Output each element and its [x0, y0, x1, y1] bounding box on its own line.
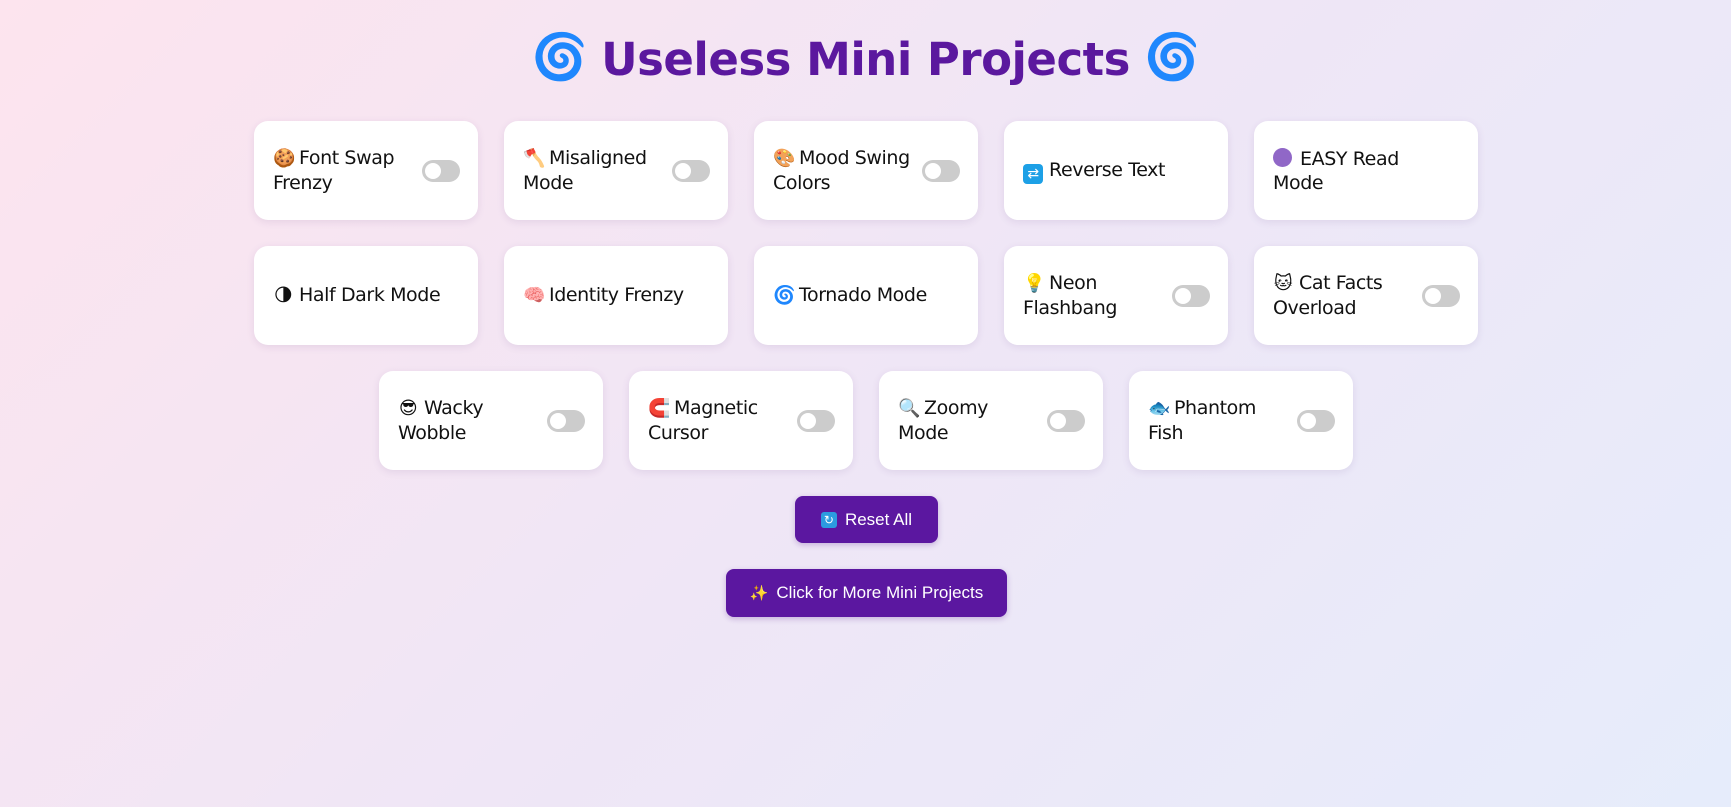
card-label-line1: Magnetic — [674, 397, 758, 419]
card-label-line1: Tornado Mode — [799, 284, 927, 306]
fish-icon: 🐟 — [1148, 398, 1171, 419]
card-label: 🐱 Cat Facts Overload — [1273, 271, 1416, 320]
card-label-line1: Reverse Text — [1049, 158, 1166, 181]
card-tornado-mode[interactable]: 🌀 Tornado Mode — [754, 246, 978, 345]
card-label-line1: EASY Read — [1300, 147, 1399, 170]
card-label-line1: Wacky — [424, 397, 484, 419]
lightbulb-icon: 💡 — [1023, 273, 1046, 294]
card-label: 😎 Wacky Wobble — [398, 396, 541, 445]
card-label: 🧲 Magnetic Cursor — [648, 396, 791, 445]
brain-icon: 🧠 — [523, 285, 546, 306]
card-neon-flashbang: 💡 Neon Flashbang — [1004, 246, 1228, 345]
sparkles-icon: ✨ — [749, 585, 769, 602]
card-label-line1: Mood Swing — [799, 147, 910, 169]
cookie-icon: 🍪 — [273, 148, 296, 169]
reset-all-label: Reset All — [844, 509, 913, 529]
card-misaligned-mode: 🪓 Misaligned Mode — [504, 121, 728, 220]
axe-icon: 🪓 — [523, 148, 546, 169]
purple-circle-icon — [1273, 147, 1292, 167]
card-label: 🌀 Tornado Mode — [773, 283, 960, 308]
magnetic-cursor-toggle[interactable] — [797, 409, 835, 432]
card-label: 🌗 Half Dark Mode — [273, 283, 460, 308]
card-label-line1: Phantom — [1174, 397, 1256, 419]
card-identity-frenzy[interactable]: 🧠 Identity Frenzy — [504, 246, 728, 345]
card-label-line2: Flashbang — [1023, 297, 1117, 319]
card-label: 🐟 Phantom Fish — [1148, 396, 1291, 445]
page-title: 🌀 Useless Mini Projects 🌀 — [0, 24, 1731, 93]
card-cat-facts-overload: 🐱 Cat Facts Overload — [1254, 246, 1478, 345]
card-half-dark-mode[interactable]: 🌗 Half Dark Mode — [254, 246, 478, 345]
card-label: 🔍 Zoomy Mode — [898, 396, 1041, 445]
toggle-knob — [925, 162, 941, 179]
toggle-knob — [1425, 287, 1441, 304]
spiral-icon: 🌀 — [773, 285, 796, 306]
card-label: 🎨 Mood Swing Colors — [773, 146, 916, 195]
toggle-knob — [550, 412, 566, 429]
zoomy-mode-toggle[interactable] — [1047, 409, 1085, 432]
font-swap-frenzy-toggle[interactable] — [422, 159, 460, 182]
cat-facts-overload-toggle[interactable] — [1422, 284, 1460, 307]
toggle-knob — [800, 412, 816, 429]
card-label-line2: Wobble — [398, 422, 466, 444]
card-label-line2: Fish — [1148, 422, 1184, 444]
card-font-swap-frenzy: 🍪 Font Swap Frenzy — [254, 121, 478, 220]
card-label-line1: Cat Facts — [1299, 272, 1383, 294]
card-label: ⇄ Reverse Text — [1023, 158, 1210, 184]
toggle-knob — [675, 162, 691, 179]
spiral-icon: 🌀 — [531, 30, 588, 83]
card-wacky-wobble: 😎 Wacky Wobble — [379, 371, 603, 470]
neon-flashbang-toggle[interactable] — [1172, 284, 1210, 307]
card-label-line1: Zoomy — [924, 397, 989, 419]
card-phantom-fish: 🐟 Phantom Fish — [1129, 371, 1353, 470]
card-label-line1: Font Swap — [299, 147, 395, 169]
page-title-text: Useless Mini Projects — [601, 33, 1130, 86]
magnifier-icon: 🔍 — [898, 398, 921, 419]
card-label: 🪓 Misaligned Mode — [523, 146, 666, 195]
card-magnetic-cursor: 🧲 Magnetic Cursor — [629, 371, 853, 470]
toggle-knob — [1300, 412, 1316, 429]
card-label: 🍪 Font Swap Frenzy — [273, 146, 416, 195]
half-moon-icon: 🌗 — [273, 285, 293, 306]
palette-icon: 🎨 — [773, 148, 796, 169]
phantom-fish-toggle[interactable] — [1297, 409, 1335, 432]
card-label-line2: Colors — [773, 172, 831, 194]
card-label-line2: Overload — [1273, 297, 1357, 319]
card-reverse-text[interactable]: ⇄ Reverse Text — [1004, 121, 1228, 220]
misaligned-mode-toggle[interactable] — [672, 159, 710, 182]
card-label-line2: Mode — [523, 172, 574, 194]
card-label-line2: Mode — [1273, 171, 1324, 194]
card-label-line1: Identity Frenzy — [549, 284, 684, 306]
card-label-line1: Half Dark Mode — [299, 284, 441, 306]
spiral-icon: 🌀 — [1143, 30, 1200, 83]
more-projects-label: Click for More Mini Projects — [776, 583, 984, 602]
page: 🌀 Useless Mini Projects 🌀 🍪 Font Swap Frenzy… — [0, 0, 1731, 807]
card-zoomy-mode: 🔍 Zoomy Mode — [879, 371, 1103, 470]
refresh-icon: ↻ — [820, 511, 837, 528]
toggle-knob — [425, 162, 441, 179]
toggle-knob — [1175, 287, 1191, 304]
wacky-wobble-toggle[interactable] — [547, 409, 585, 432]
mood-swing-colors-toggle[interactable] — [922, 159, 960, 182]
card-mood-swing-colors: 🎨 Mood Swing Colors — [754, 121, 978, 220]
card-easy-read-mode[interactable]: EASY Read Mode — [1254, 121, 1478, 220]
repeat-icon: ⇄ — [1023, 163, 1043, 184]
cat-icon: 🐱 — [1273, 273, 1293, 294]
toggle-knob — [1050, 412, 1066, 429]
reset-all-button[interactable]: ↻ Reset All — [795, 496, 938, 543]
card-label: 💡 Neon Flashbang — [1023, 271, 1166, 320]
card-label: EASY Read Mode — [1273, 147, 1460, 195]
card-label-line2: Frenzy — [273, 172, 333, 194]
card-label: 🧠 Identity Frenzy — [523, 283, 710, 308]
card-label-line2: Cursor — [648, 422, 709, 444]
card-label-line2: Mode — [898, 422, 949, 444]
card-label-line1: Misaligned — [549, 147, 647, 169]
card-label-line1: Neon — [1049, 272, 1097, 294]
more-projects-button[interactable]: ✨ Click for More Mini Projects — [726, 569, 1007, 617]
magnet-icon: 🧲 — [648, 398, 671, 419]
sunglasses-icon: 😎 — [398, 398, 418, 419]
